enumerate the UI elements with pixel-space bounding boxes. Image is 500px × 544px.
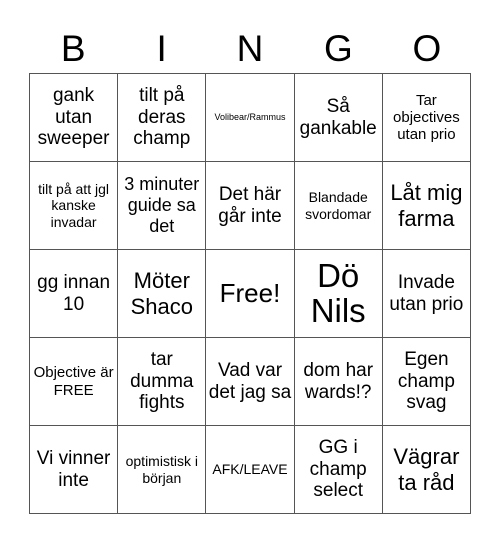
bingo-cell[interactable]: Volibear/Rammus: [206, 74, 295, 162]
bingo-cell[interactable]: Vi vinner inte: [30, 426, 119, 514]
bingo-cell[interactable]: Blandade svordomar: [294, 162, 383, 250]
bingo-cell[interactable]: Objective är FREE: [30, 338, 119, 426]
bingo-cell[interactable]: Möter Shaco: [118, 250, 207, 338]
bingo-cell[interactable]: Dö Nils: [294, 250, 383, 338]
bingo-cell[interactable]: Vad var det jag sa: [206, 338, 295, 426]
bingo-cell[interactable]: Vägrar ta råd: [382, 426, 471, 514]
bingo-cell[interactable]: optimistisk i början: [118, 426, 207, 514]
bingo-cell[interactable]: tilt på att jgl kanske invadar: [30, 162, 119, 250]
bingo-cell[interactable]: AFK/LEAVE: [206, 426, 295, 514]
bingo-header: B I N G O: [29, 26, 471, 72]
bingo-cell[interactable]: tar dumma fights: [118, 338, 207, 426]
bingo-cell[interactable]: Egen champ svag: [382, 338, 471, 426]
bingo-cell[interactable]: Så gankable: [294, 74, 383, 162]
bingo-cell[interactable]: GG i champ select: [294, 426, 383, 514]
bingo-cell[interactable]: Det här går inte: [206, 162, 295, 250]
header-letter-b: B: [60, 28, 86, 69]
header-letter-i: I: [156, 28, 167, 69]
bingo-cell[interactable]: dom har wards!?: [294, 338, 383, 426]
free-space-cell[interactable]: Free!: [206, 250, 295, 338]
bingo-cell[interactable]: gg innan 10: [30, 250, 119, 338]
bingo-cell[interactable]: Invade utan prio: [382, 250, 471, 338]
header-letter-g: G: [324, 28, 353, 69]
bingo-cell[interactable]: Tar objectives utan prio: [382, 74, 471, 162]
header-letter-n: N: [236, 28, 264, 69]
header-letter-o: O: [412, 28, 442, 69]
bingo-cell[interactable]: 3 minuter guide sa det: [118, 162, 207, 250]
bingo-cell[interactable]: gank utan sweeper: [30, 74, 119, 162]
bingo-cell[interactable]: tilt på deras champ: [118, 74, 207, 162]
bingo-grid: gank utan sweeper tilt på deras champ Vo…: [29, 73, 471, 514]
bingo-cell[interactable]: Låt mig farma: [382, 162, 471, 250]
